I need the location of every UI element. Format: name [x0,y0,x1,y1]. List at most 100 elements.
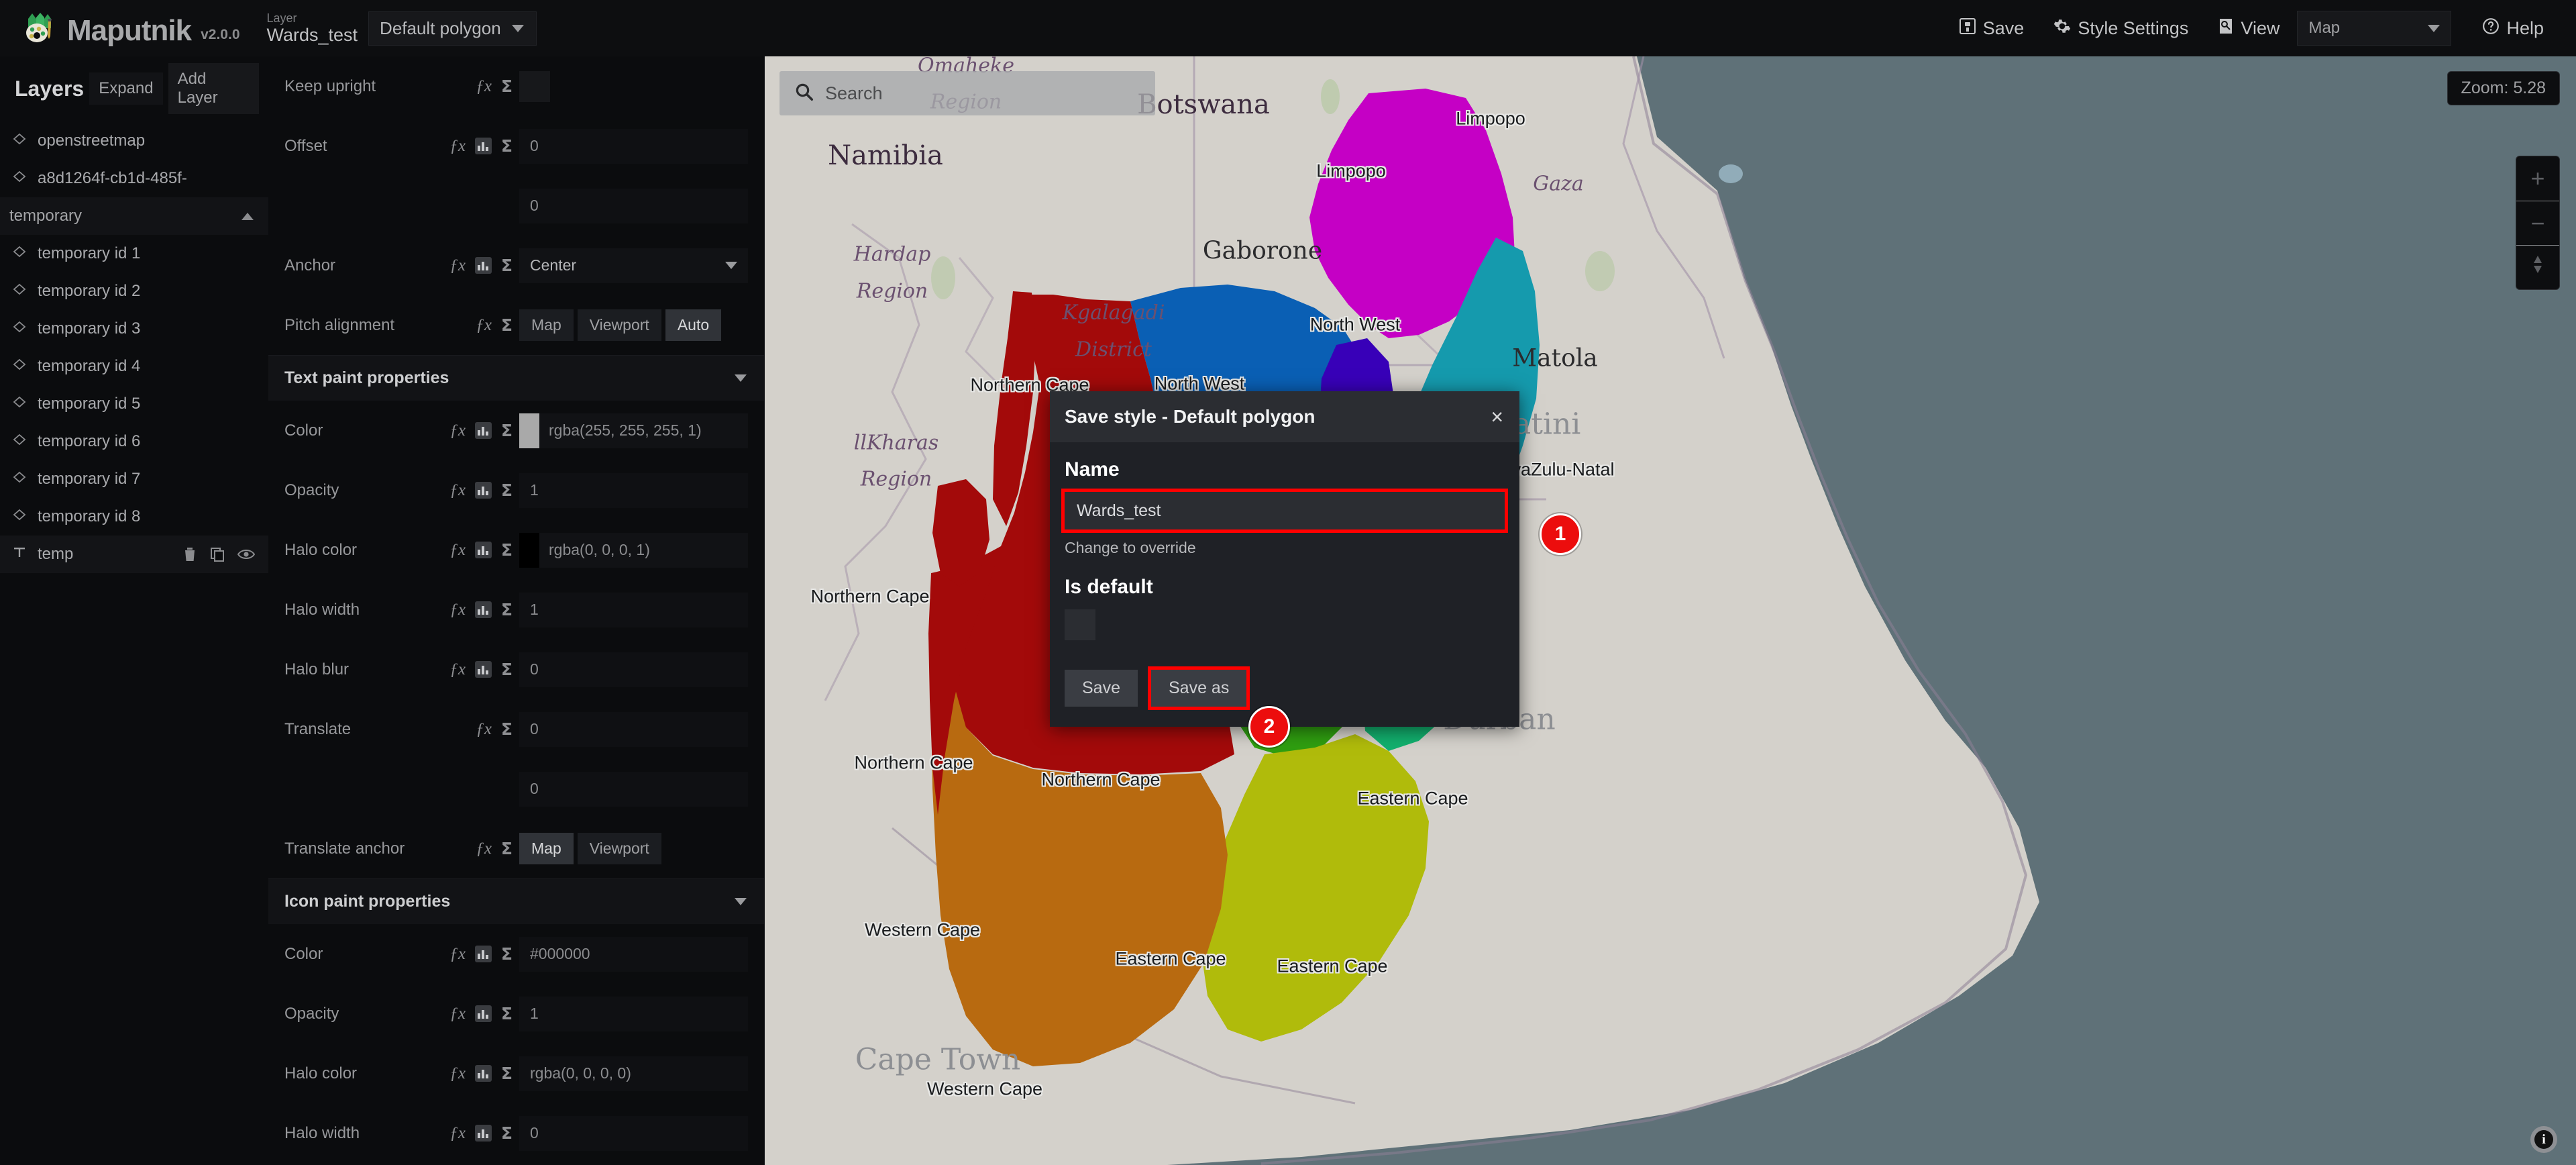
view-button[interactable]: View [2203,9,2294,48]
layer-item-temporary-id-5[interactable]: temporary id 5 [0,385,268,423]
zoom-chart-icon[interactable] [474,1005,492,1022]
sigma-expression-icon[interactable]: Σ [501,1005,513,1022]
zoom-chart-icon[interactable] [474,542,492,558]
style-settings-button[interactable]: Style Settings [2039,9,2203,48]
zoom-chart-icon[interactable] [474,601,492,618]
text-paint-section-header[interactable]: Text paint properties [268,355,764,401]
fx-function-icon[interactable]: ƒx [476,317,492,334]
property-input[interactable]: 0 [519,188,748,223]
sigma-expression-icon[interactable]: Σ [501,78,513,95]
layer-group-temporary[interactable]: temporary [0,197,268,235]
property-input[interactable]: 0 [519,1115,748,1151]
segment-auto[interactable]: Auto [665,309,722,341]
fx-function-icon[interactable]: ƒx [449,1125,466,1142]
zoom-chart-icon[interactable] [474,946,492,962]
property-input[interactable]: rgba(0, 0, 0, 0) [519,1056,748,1091]
segment-map[interactable]: Map [519,833,574,864]
sigma-expression-icon[interactable]: Σ [501,601,513,618]
view-mode-select[interactable]: Map [2297,11,2452,46]
property-color-input[interactable]: rgba(0, 0, 0, 1) [519,532,748,568]
fx-function-icon[interactable]: ƒx [449,422,466,439]
map-attribution-info-button[interactable]: i [2530,1126,2557,1153]
sigma-expression-icon[interactable]: Σ [501,661,513,678]
property-value: rgba(255, 255, 255, 1) [549,421,702,439]
fx-function-icon[interactable]: ƒx [449,1005,466,1022]
sigma-expression-icon[interactable]: Σ [501,542,513,558]
sigma-expression-icon[interactable]: Σ [501,138,513,154]
layer-item-temporary-id-4[interactable]: temporary id 4 [0,348,268,385]
sigma-expression-icon[interactable]: Σ [501,317,513,334]
property-input[interactable]: 1 [519,592,748,627]
sigma-expression-icon[interactable]: Σ [501,1065,513,1082]
property-input[interactable]: 1 [519,472,748,508]
zoom-chart-icon[interactable] [474,1125,492,1142]
visibility-eye-icon[interactable] [237,548,255,561]
property-input[interactable]: 0 [519,128,748,164]
zoom-chart-icon[interactable] [474,138,492,154]
fx-function-icon[interactable]: ƒx [476,840,492,857]
zoom-chart-icon[interactable] [474,661,492,678]
close-icon[interactable]: × [1491,406,1503,427]
map-search-box[interactable]: Search [780,71,1155,115]
color-swatch[interactable] [519,532,539,568]
property-color-input[interactable]: rgba(255, 255, 255, 1) [519,413,748,448]
fx-function-icon[interactable]: ƒx [449,482,466,499]
style-select[interactable]: Default polygon [368,11,537,46]
layer-item-openstreetmap[interactable]: openstreetmap [0,122,268,160]
map-canvas[interactable]: BotswanaNamibiaOmahekeRegionHardapRegion… [765,56,2576,1165]
modal-save-as-button[interactable]: Save as [1147,666,1250,710]
layer-item-temporary-id-1[interactable]: temporary id 1 [0,235,268,272]
layer-item-temporary-id-2[interactable]: temporary id 2 [0,272,268,310]
segment-map[interactable]: Map [519,309,574,341]
style-name-input[interactable]: Wards_test [1061,489,1508,533]
compass-pitch-button[interactable] [2516,245,2559,289]
sigma-expression-icon[interactable]: Σ [501,257,513,274]
duplicate-icon[interactable] [209,546,225,562]
delete-icon[interactable] [182,546,197,562]
layer-item-a8d1264f-cb1d-485f-[interactable]: a8d1264f-cb1d-485f- [0,160,268,197]
zoom-in-button[interactable]: + [2516,156,2559,201]
layer-item-temporary-id-7[interactable]: temporary id 7 [0,460,268,498]
property-input[interactable]: 0 [519,771,748,807]
sigma-expression-icon[interactable]: Σ [501,1125,513,1142]
property-checkbox[interactable] [519,70,550,102]
fx-function-icon[interactable]: ƒx [449,542,466,558]
property-input[interactable]: 0 [519,652,748,687]
sigma-expression-icon[interactable]: Σ [501,946,513,962]
layer-item-temp[interactable]: temp [0,536,268,573]
add-layer-button[interactable]: Add Layer [168,63,259,114]
expand-layers-button[interactable]: Expand [89,72,163,105]
segment-viewport[interactable]: Viewport [577,833,661,864]
sigma-expression-icon[interactable]: Σ [501,840,513,857]
fx-function-icon[interactable]: ƒx [449,946,466,962]
layer-item-temporary-id-6[interactable]: temporary id 6 [0,423,268,460]
zoom-chart-icon[interactable] [474,257,492,274]
fx-function-icon[interactable]: ƒx [449,601,466,618]
zoom-out-button[interactable]: − [2516,201,2559,245]
property-select[interactable]: Center [519,248,748,283]
fx-function-icon[interactable]: ƒx [449,257,466,274]
fx-function-icon[interactable]: ƒx [476,721,492,738]
zoom-chart-icon[interactable] [474,1065,492,1082]
fx-function-icon[interactable]: ƒx [449,1065,466,1082]
modal-save-button[interactable]: Save [1065,670,1138,707]
color-swatch[interactable] [519,413,539,448]
is-default-checkbox[interactable] [1065,609,1095,640]
layer-item-temporary-id-3[interactable]: temporary id 3 [0,310,268,348]
sigma-expression-icon[interactable]: Σ [501,422,513,439]
sigma-expression-icon[interactable]: Σ [501,482,513,499]
property-input[interactable]: #000000 [519,936,748,972]
icon-paint-section-header[interactable]: Icon paint properties [268,878,764,924]
save-button[interactable]: Save [1944,9,2039,48]
layer-item-temporary-id-8[interactable]: temporary id 8 [0,498,268,536]
zoom-chart-icon[interactable] [474,482,492,499]
sigma-expression-icon[interactable]: Σ [501,721,513,738]
fx-function-icon[interactable]: ƒx [476,78,492,95]
fx-function-icon[interactable]: ƒx [449,138,466,154]
property-input[interactable]: 0 [519,711,748,747]
fx-function-icon[interactable]: ƒx [449,661,466,678]
zoom-chart-icon[interactable] [474,422,492,439]
help-button[interactable]: Help [2467,9,2559,48]
segment-viewport[interactable]: Viewport [577,309,661,341]
property-input[interactable]: 1 [519,996,748,1031]
